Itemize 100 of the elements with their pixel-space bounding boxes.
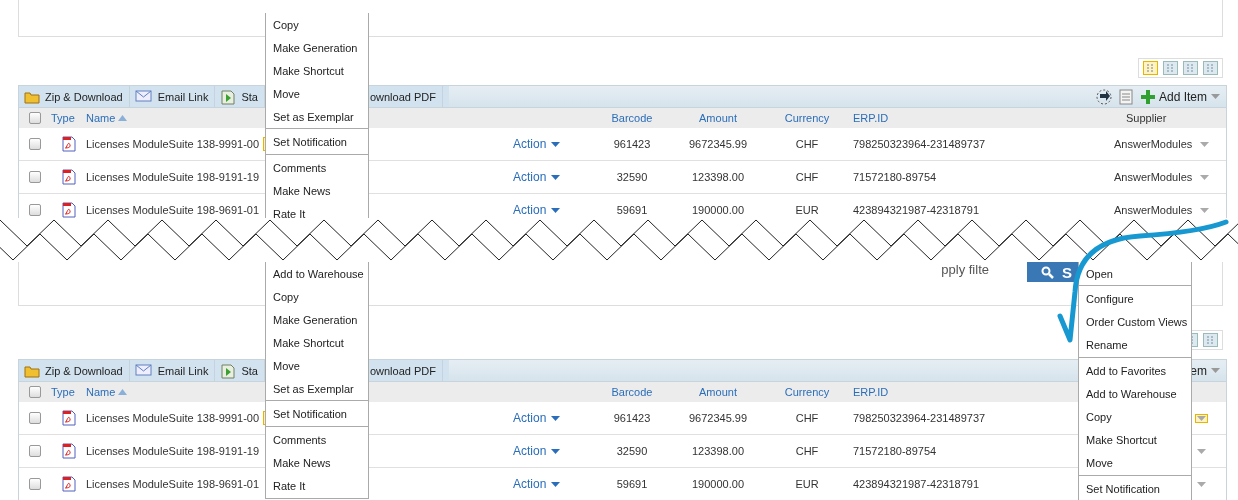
list-icon[interactable] bbox=[1118, 88, 1133, 105]
menu-item[interactable]: Comments bbox=[266, 156, 368, 179]
play-document-icon bbox=[220, 88, 237, 105]
action-link[interactable]: Action bbox=[501, 477, 561, 491]
column-header[interactable]: Barcode bbox=[611, 112, 653, 124]
column-header[interactable]: Currency bbox=[784, 386, 830, 398]
menu-item[interactable]: Move bbox=[1079, 451, 1191, 474]
row-checkbox[interactable] bbox=[29, 171, 41, 183]
menu-item[interactable]: Configure bbox=[1079, 287, 1191, 310]
column-header[interactable]: Amount bbox=[699, 386, 737, 398]
menu-item[interactable]: Make Shortcut bbox=[1079, 428, 1191, 451]
document-name[interactable]: Licenses ModuleSuite 198-9691-01 bbox=[86, 204, 260, 216]
column-header[interactable]: Type bbox=[51, 386, 75, 398]
column-header[interactable]: Barcode bbox=[611, 386, 653, 398]
menu-item[interactable]: Rate It bbox=[266, 202, 368, 218]
document-name[interactable]: Licenses ModuleSuite 198-9691-01 bbox=[86, 478, 260, 490]
table-cell: 32590 bbox=[616, 171, 648, 183]
caret-icon bbox=[551, 207, 561, 213]
menu-item[interactable]: Comments bbox=[266, 428, 368, 451]
view-mode-icon[interactable] bbox=[1183, 61, 1198, 75]
toolbar-button[interactable]: Zip & Download bbox=[19, 360, 130, 381]
view-mode-icon[interactable] bbox=[1163, 61, 1178, 75]
column-header[interactable]: Name bbox=[86, 112, 128, 124]
menu-item[interactable]: Order Custom Views bbox=[1079, 310, 1191, 333]
action-link[interactable]: Action bbox=[501, 170, 561, 184]
dropdown-caret-button[interactable] bbox=[1198, 172, 1212, 182]
table-cell: AnswerModules bbox=[1114, 204, 1193, 216]
dropdown-caret-button[interactable] bbox=[1198, 205, 1212, 215]
document-name[interactable]: Licenses ModuleSuite 138-9991-00 bbox=[86, 412, 260, 424]
table-cell: 190000.00 bbox=[692, 204, 744, 216]
column-header[interactable]: ERP.ID bbox=[841, 112, 889, 124]
select-all-checkbox[interactable] bbox=[29, 112, 41, 124]
refresh-icon[interactable] bbox=[1094, 87, 1113, 106]
column-header[interactable]: Name bbox=[86, 386, 128, 398]
document-name[interactable]: Licenses ModuleSuite 198-9191-19 bbox=[86, 445, 260, 457]
menu-item[interactable]: Make News bbox=[266, 179, 368, 202]
menu-item[interactable]: Make Generation bbox=[266, 36, 368, 59]
plus-icon bbox=[1140, 89, 1155, 104]
menu-item[interactable]: Make Shortcut bbox=[266, 59, 368, 82]
table-cell: 59691 bbox=[616, 478, 648, 490]
action-link[interactable]: Action bbox=[501, 411, 561, 425]
column-header[interactable]: Type bbox=[51, 112, 75, 124]
menu-item[interactable]: Set Notification bbox=[1079, 477, 1191, 500]
view-mode-icon[interactable] bbox=[1203, 333, 1218, 347]
caret-icon bbox=[551, 141, 561, 147]
table-cell-text: 798250323964-231489737 bbox=[852, 138, 986, 150]
dropdown-caret-button[interactable] bbox=[1198, 139, 1212, 149]
dropdown-caret-button[interactable] bbox=[1195, 413, 1208, 423]
toolbar-button[interactable]: Zip & Download bbox=[19, 86, 130, 107]
select-all-checkbox[interactable] bbox=[29, 386, 41, 398]
caret-icon bbox=[1200, 141, 1210, 147]
menu-item[interactable]: Make Shortcut bbox=[266, 331, 368, 354]
toolbar-button[interactable]: Sta bbox=[215, 86, 265, 107]
menu-item[interactable]: Copy bbox=[266, 285, 368, 308]
menu-item[interactable]: Make Generation bbox=[266, 308, 368, 331]
view-mode-icon[interactable] bbox=[1203, 61, 1218, 75]
row-checkbox[interactable] bbox=[29, 204, 41, 216]
menu-item[interactable]: Rate It bbox=[266, 474, 368, 497]
toolbar-button[interactable]: Sta bbox=[215, 360, 265, 381]
menu-item[interactable]: Copy bbox=[1079, 405, 1191, 428]
column-header[interactable]: Amount bbox=[699, 112, 737, 124]
view-mode-icon[interactable] bbox=[1143, 61, 1158, 75]
add-item-button[interactable]: Add Item bbox=[1138, 89, 1222, 104]
caret-icon bbox=[551, 448, 561, 454]
menu-item[interactable]: Set Notification bbox=[266, 402, 368, 425]
menu-item[interactable]: Add to Warehouse bbox=[1079, 382, 1191, 405]
table-cell-text: 71572180-89754 bbox=[852, 445, 937, 457]
caret-icon bbox=[551, 481, 561, 487]
caret-icon bbox=[1197, 481, 1206, 487]
toolbar-button[interactable]: Email Link bbox=[129, 360, 216, 381]
folder-icon bbox=[24, 363, 40, 378]
column-header[interactable]: Supplier bbox=[1071, 112, 1167, 124]
envelope-icon bbox=[134, 364, 153, 377]
column-header[interactable]: ERP.ID bbox=[841, 386, 889, 398]
menu-item[interactable]: Copy bbox=[266, 13, 368, 36]
menu-item[interactable]: Set Notification bbox=[266, 130, 368, 153]
menu-item[interactable]: Add to Favorites bbox=[1079, 359, 1191, 382]
dropdown-caret-button[interactable] bbox=[1195, 479, 1208, 489]
menu-item[interactable]: Rename bbox=[1079, 333, 1191, 356]
row-checkbox[interactable] bbox=[29, 478, 41, 490]
envelope-icon bbox=[134, 90, 153, 103]
column-header[interactable]: Currency bbox=[784, 112, 830, 124]
row-checkbox[interactable] bbox=[29, 412, 41, 424]
filter-link[interactable]: pply filte bbox=[941, 262, 989, 278]
menu-item[interactable]: Make News bbox=[266, 451, 368, 474]
menu-item[interactable]: Set as Exemplar bbox=[266, 105, 368, 128]
toolbar-button[interactable]: Email Link bbox=[129, 86, 216, 107]
action-link[interactable]: Action bbox=[501, 137, 561, 151]
table-cell: 9672345.99 bbox=[688, 412, 748, 424]
menu-item[interactable]: Add to Warehouse bbox=[266, 262, 368, 285]
document-name[interactable]: Licenses ModuleSuite 138-9991-00 bbox=[86, 138, 260, 150]
action-link[interactable]: Action bbox=[501, 203, 561, 217]
row-checkbox[interactable] bbox=[29, 138, 41, 150]
document-name[interactable]: Licenses ModuleSuite 198-9191-19 bbox=[86, 171, 260, 183]
action-link[interactable]: Action bbox=[501, 444, 561, 458]
table-cell: EUR bbox=[795, 478, 819, 490]
row-checkbox[interactable] bbox=[29, 445, 41, 457]
table-cell: 59691 bbox=[616, 204, 648, 216]
dropdown-caret-button[interactable] bbox=[1195, 446, 1208, 456]
sort-ascending-icon bbox=[118, 389, 128, 395]
